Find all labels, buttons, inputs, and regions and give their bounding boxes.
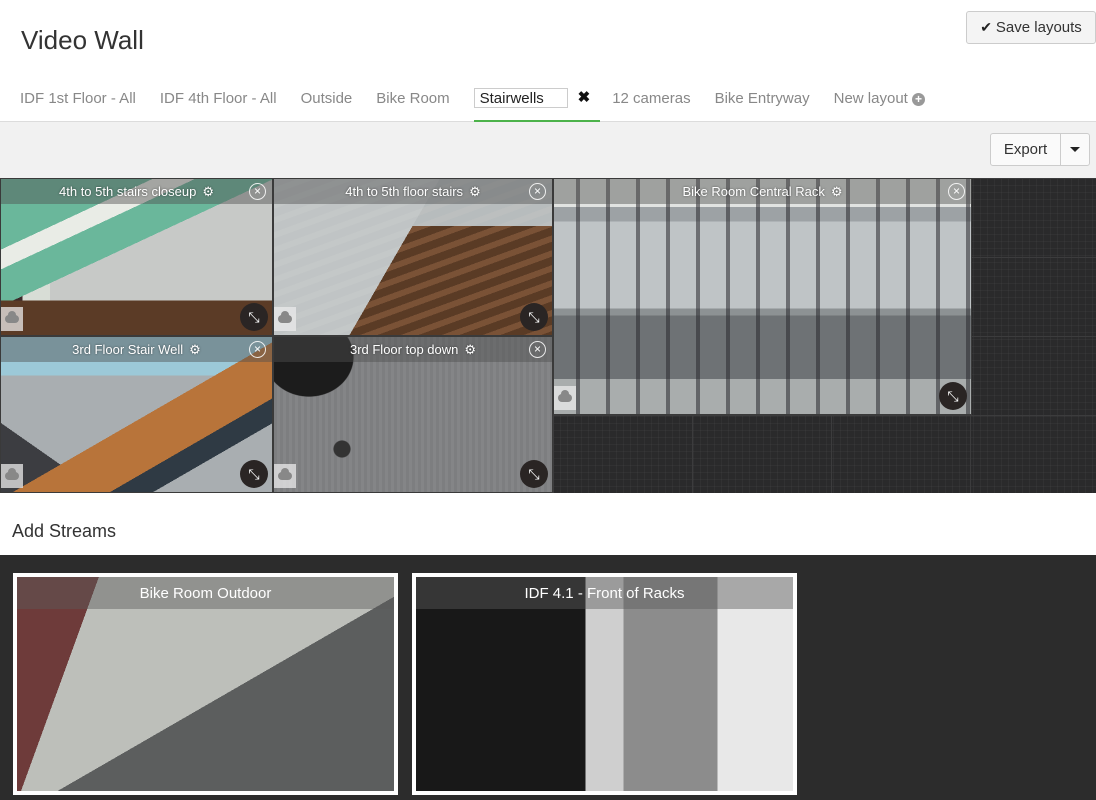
export-button-group: Export [990,133,1090,166]
gear-icon[interactable]: ⚙ [464,342,476,358]
tile-header: 4th to 5th stairs closeup ⚙ [1,179,272,204]
expand-icon[interactable]: ⤡ [240,460,268,488]
close-tile-icon[interactable]: × [948,183,965,200]
tab-idf-1st-floor[interactable]: IDF 1st Floor - All [0,84,148,122]
camera-tile[interactable]: 3rd Floor top down ⚙ × ⤡ [273,336,553,493]
save-layouts-label: Save layouts [995,19,1082,36]
camera-tile[interactable]: 4th to 5th floor stairs ⚙ × ⤡ [273,178,553,336]
cloud-storage-button[interactable] [554,386,576,410]
expand-icon[interactable]: ⤡ [939,382,967,410]
cloud-icon [278,468,292,480]
cloud-storage-button[interactable] [274,464,296,488]
close-tile-icon[interactable]: × [249,183,266,200]
checkmark-icon: ✔ [980,19,992,35]
stream-card[interactable]: IDF 4.1 - Front of Racks [412,573,797,795]
close-tile-icon[interactable]: × [249,341,266,358]
tile-header: 3rd Floor Stair Well ⚙ [1,337,272,362]
video-wall-grid[interactable]: 4th to 5th stairs closeup ⚙ × ⤡ 4th to 5… [0,178,1096,493]
layout-name-input[interactable] [473,88,568,108]
save-layouts-button[interactable]: ✔ Save layouts [966,11,1096,44]
camera-tile[interactable]: 4th to 5th stairs closeup ⚙ × ⤡ [0,178,273,336]
plus-circle-icon: + [912,93,925,106]
expand-icon[interactable]: ⤡ [520,460,548,488]
cloud-storage-button[interactable] [1,307,23,331]
tile-title: Bike Room Central Rack [682,184,825,199]
tab-idf-4th-floor[interactable]: IDF 4th Floor - All [148,84,289,122]
gear-icon[interactable]: ⚙ [469,184,481,200]
tile-title: 4th to 5th stairs closeup [59,184,197,199]
close-tile-icon[interactable]: × [529,341,546,358]
tile-title: 4th to 5th floor stairs [345,184,464,199]
tab-12-cameras[interactable]: 12 cameras [600,84,702,122]
add-streams-panel: Bike Room Outdoor IDF 4.1 - Front of Rac… [0,555,1096,800]
new-layout-label: New layout [833,90,908,107]
stream-card[interactable]: Bike Room Outdoor [13,573,398,795]
tab-outside[interactable]: Outside [289,84,365,122]
tile-title: 3rd Floor top down [349,342,459,357]
tile-header: 3rd Floor top down ⚙ [274,337,552,362]
toolbar: Export [0,122,1096,178]
tile-header: Bike Room Central Rack ⚙ [554,179,971,204]
add-streams-header: Add Streams [0,493,1096,555]
tab-stairwells[interactable]: ✖ [462,84,601,123]
gear-icon[interactable]: ⚙ [189,342,201,358]
cloud-icon [5,468,19,480]
page-title: Video Wall [21,25,144,55]
cloud-storage-button[interactable] [274,307,296,331]
camera-tile[interactable]: 3rd Floor Stair Well ⚙ × ⤡ [0,336,273,493]
camera-tile[interactable]: Bike Room Central Rack ⚙ × ⤡ [553,178,972,415]
video-feed [17,577,394,791]
video-feed [554,179,971,414]
new-layout-button[interactable]: New layout + [822,84,937,122]
caret-down-icon [1070,147,1080,152]
export-button[interactable]: Export [991,134,1061,165]
video-feed [416,577,793,791]
close-icon[interactable]: ✖ [578,88,591,108]
video-wall-app: Video Wall ✔ Save layouts IDF 1st Floor … [0,0,1096,800]
cloud-icon [5,311,19,323]
stream-title: Bike Room Outdoor [17,577,394,609]
tile-title: 3rd Floor Stair Well [72,342,184,357]
header: Video Wall ✔ Save layouts IDF 1st Floor … [0,0,1096,123]
tab-bike-room[interactable]: Bike Room [364,84,461,122]
export-dropdown-toggle[interactable] [1061,134,1089,165]
cloud-icon [278,311,292,323]
tile-header: 4th to 5th floor stairs ⚙ [274,179,552,204]
gear-icon[interactable]: ⚙ [202,184,214,200]
expand-icon[interactable]: ⤡ [240,303,268,331]
layout-tabs: IDF 1st Floor - All IDF 4th Floor - All … [0,84,937,123]
add-streams-title: Add Streams [12,521,117,541]
cloud-icon [558,390,572,402]
tab-bike-entryway[interactable]: Bike Entryway [703,84,822,122]
gear-icon[interactable]: ⚙ [831,184,843,200]
cloud-storage-button[interactable] [1,464,23,488]
expand-icon[interactable]: ⤡ [520,303,548,331]
stream-title: IDF 4.1 - Front of Racks [416,577,793,609]
close-tile-icon[interactable]: × [529,183,546,200]
